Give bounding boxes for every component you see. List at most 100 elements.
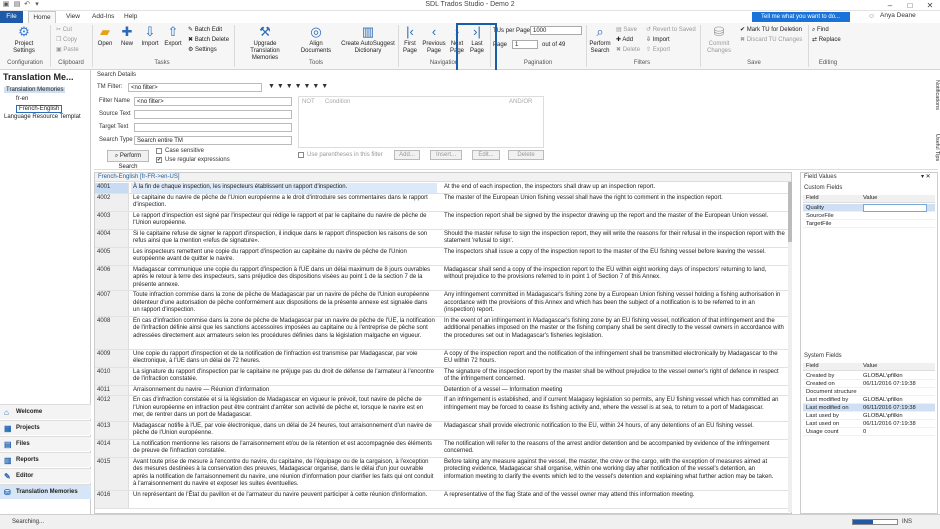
- parentheses-checkbox[interactable]: [298, 152, 304, 158]
- commit-changes-button[interactable]: ⛁ Commit Changes: [704, 25, 734, 55]
- source-cell[interactable]: En cas d'infraction constatée et si la l…: [131, 396, 437, 421]
- align-documents-button[interactable]: ◎ Align Documents: [296, 25, 336, 55]
- export-button[interactable]: ⇧ Export: [162, 25, 184, 48]
- grid-scroll-thumb[interactable]: [788, 182, 792, 242]
- source-cell[interactable]: Le rapport d'inspection est signé par l'…: [131, 212, 437, 229]
- system-field-row[interactable]: Document structure: [803, 388, 935, 396]
- system-field-row[interactable]: Usage count 0: [803, 428, 935, 436]
- table-row[interactable]: 4002 Le capitaine du navire de pêche de l…: [95, 193, 791, 212]
- source-cell[interactable]: Le capitaine du navire de pêche de l'Uni…: [131, 194, 437, 211]
- source-text-input[interactable]: [134, 110, 292, 119]
- nav-translation-memories[interactable]: ⛁ Translation Memories: [0, 484, 91, 499]
- user-name[interactable]: Anya Deane: [880, 12, 916, 19]
- filter-import-button[interactable]: ⇩ Import: [646, 36, 670, 44]
- replace-button[interactable]: ⇄ Replace: [812, 36, 841, 44]
- source-cell[interactable]: Une copie du rapport d'inspection et de …: [131, 350, 437, 367]
- filter-export-button[interactable]: ⇧ Export: [646, 46, 670, 54]
- source-cell[interactable]: Toute infraction commise dans la zone de…: [131, 291, 437, 316]
- delete-condition-button[interactable]: Delete: [508, 150, 544, 160]
- source-cell[interactable]: La signature du rapport d'inspection par…: [131, 368, 437, 385]
- target-cell[interactable]: The master of the European Union fishing…: [442, 194, 787, 204]
- find-button[interactable]: ⌕ Find: [812, 26, 829, 34]
- target-cell[interactable]: Madagascar shall send a copy of the insp…: [442, 266, 787, 283]
- first-page-button[interactable]: |‹ First Page: [400, 25, 420, 55]
- revert-button[interactable]: ↺ Revert to Saved: [646, 26, 696, 34]
- target-cell[interactable]: Any infringement committed in Madagascar…: [442, 291, 787, 316]
- upgrade-tm-button[interactable]: ⚒ Upgrade Translation Memories: [238, 25, 292, 62]
- filter-save-button[interactable]: ▤ Save: [616, 26, 637, 34]
- target-cell[interactable]: The inspection report shall be signed by…: [442, 212, 787, 222]
- target-cell[interactable]: If an infringement is established, and i…: [442, 396, 787, 413]
- perform-search-button[interactable]: ⌕ Perform Search: [107, 150, 149, 170]
- table-row[interactable]: 4007 Toute infraction commise dans la zon…: [95, 291, 791, 317]
- source-cell[interactable]: Madagascar notifie à l'UE, par voie élec…: [131, 422, 437, 439]
- system-field-row[interactable]: Last modified on 06/11/2016 07:19:38: [803, 404, 935, 412]
- table-row[interactable]: 4008 En cas d'infraction commise dans la …: [95, 316, 791, 350]
- target-text-input[interactable]: [134, 123, 292, 132]
- table-row[interactable]: 4016 Un représentant de l'État du pavillo…: [95, 490, 791, 509]
- batch-edit-button[interactable]: ✎ Batch Edit: [188, 26, 222, 34]
- new-button[interactable]: ✚ New: [117, 25, 137, 48]
- target-cell[interactable]: The notification will refer to the reaso…: [442, 440, 787, 457]
- target-cell[interactable]: Before taking any measure against the ve…: [442, 458, 787, 483]
- table-row[interactable]: 4010 La signature du rapport d'inspection…: [95, 367, 791, 386]
- edit-condition-button[interactable]: Edit...: [472, 150, 500, 160]
- source-cell[interactable]: Madagascar communique une copie du rappo…: [131, 266, 437, 291]
- custom-field-row[interactable]: Quality: [803, 204, 935, 212]
- table-row[interactable]: 4001 À la fin de chaque inspection, les i…: [95, 183, 791, 194]
- target-cell[interactable]: A copy of the inspection report and the …: [442, 350, 787, 367]
- tus-per-page-select[interactable]: 1000: [530, 26, 582, 35]
- tree-translation-memories[interactable]: Translation Memories: [4, 87, 66, 93]
- table-row[interactable]: 4006 Madagascar communique une copie du r…: [95, 265, 791, 291]
- table-row[interactable]: 4015 Avant toute prise de mesure à l'enco…: [95, 457, 791, 491]
- source-cell[interactable]: Un représentant de l'État du pavillon et…: [131, 491, 437, 501]
- maximize-icon[interactable]: □: [900, 0, 920, 11]
- target-cell[interactable]: Should the master refuse to sign the ins…: [442, 230, 787, 247]
- nav-welcome[interactable]: ⌂ Welcome: [0, 404, 91, 419]
- system-field-row[interactable]: Created on 06/11/2016 07:19:38: [803, 380, 935, 388]
- system-field-row[interactable]: Created by GLOBAL\pfilkin: [803, 372, 935, 380]
- filter-delete-button[interactable]: ✖ Delete: [616, 46, 640, 54]
- table-row[interactable]: 4003 Le rapport d'inspection est signé pa…: [95, 211, 791, 230]
- regex-checkbox[interactable]: ✔: [156, 157, 162, 163]
- batch-delete-button[interactable]: ✖ Batch Delete: [188, 36, 229, 44]
- system-field-row[interactable]: Last used on 06/11/2016 07:19:38: [803, 420, 935, 428]
- source-cell[interactable]: Les inspecteurs remettent une copie du r…: [131, 248, 437, 265]
- discard-tu-button[interactable]: ✖ Discard TU Changes: [740, 36, 802, 44]
- target-cell[interactable]: A representative of the flag State and o…: [442, 491, 787, 501]
- nav-editor[interactable]: ✎ Editor: [0, 468, 91, 483]
- source-cell[interactable]: En cas d'infraction commise dans la zone…: [131, 317, 437, 342]
- system-field-row[interactable]: Last used by GLOBAL\pfilkin: [803, 412, 935, 420]
- nav-reports[interactable]: ▥ Reports: [0, 452, 91, 467]
- project-settings-button[interactable]: ⚙ Project Settings: [6, 25, 42, 55]
- filter-icon[interactable]: ▼ ▼ ▼ ▼ ▼ ▼ ▼: [268, 83, 328, 90]
- tab-help[interactable]: Help: [118, 11, 143, 23]
- nav-projects[interactable]: ▦ Projects: [0, 420, 91, 435]
- quality-value-input[interactable]: [863, 204, 927, 212]
- tab-view[interactable]: View: [60, 11, 86, 23]
- nav-files[interactable]: ▤ Files: [0, 436, 91, 451]
- tm-filter-select[interactable]: <no filter>: [128, 83, 262, 92]
- case-sensitive-checkbox[interactable]: [156, 148, 162, 154]
- autosuggest-button[interactable]: ▥ Create AutoSuggest Dictionary: [340, 25, 396, 55]
- tab-home[interactable]: Home: [28, 11, 56, 23]
- custom-field-row[interactable]: SourceFile: [803, 212, 935, 220]
- previous-page-button[interactable]: ‹ Previous Page: [422, 25, 446, 55]
- target-cell[interactable]: At the end of each inspection, the inspe…: [442, 183, 787, 193]
- table-row[interactable]: 4005 Les inspecteurs remettent une copie …: [95, 247, 791, 266]
- perform-search-ribbon-button[interactable]: ⌕ Perform Search: [588, 25, 612, 55]
- add-condition-button[interactable]: Add...: [394, 150, 420, 160]
- open-button[interactable]: ▰ Open: [95, 25, 115, 48]
- source-cell[interactable]: À la fin de chaque inspection, les inspe…: [131, 183, 437, 193]
- custom-field-row[interactable]: TargetFile: [803, 220, 935, 228]
- system-field-row[interactable]: Last modified by GLOBAL\pfilkin: [803, 396, 935, 404]
- source-cell[interactable]: Avant toute prise de mesure à l'encontre…: [131, 458, 437, 490]
- page-input[interactable]: 1: [512, 40, 538, 49]
- target-cell[interactable]: The inspectors shall issue a copy of the…: [442, 248, 787, 258]
- source-cell[interactable]: La notification mentionne les raisons de…: [131, 440, 437, 457]
- paste-button[interactable]: ▣ Paste: [56, 46, 79, 54]
- tree-french-english[interactable]: French-English: [16, 105, 63, 113]
- filter-add-button[interactable]: ✚ Add: [616, 36, 633, 44]
- table-row[interactable]: 4012 En cas d'infraction constatée et si …: [95, 396, 791, 422]
- target-cell[interactable]: Madagascar shall provide electronic noti…: [442, 422, 787, 432]
